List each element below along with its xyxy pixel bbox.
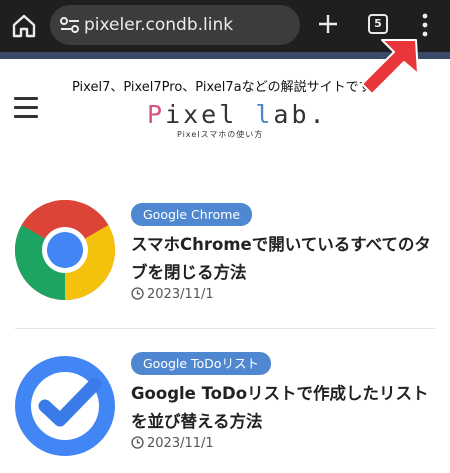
clock-icon [131, 287, 144, 300]
article-date: 2023/11/1 [131, 436, 214, 451]
site-logo[interactable]: Pixel lab. [147, 100, 328, 129]
tab-switcher-button[interactable]: 5 [368, 14, 388, 34]
article-title[interactable]: スマホChromeで開いているすべてのタブを閉じる方法 [131, 231, 436, 287]
article-divider [15, 328, 435, 329]
new-tab-icon[interactable] [316, 12, 340, 36]
article-date: 2023/11/1 [131, 287, 214, 302]
site-tagline: Pixel7、Pixel7Pro、Pixel7aなどの解説サイトです [72, 80, 372, 95]
hamburger-menu-icon[interactable] [14, 97, 38, 119]
home-icon[interactable] [10, 12, 38, 40]
clock-icon [131, 436, 144, 449]
address-bar[interactable]: pixeler.condb.link [50, 5, 300, 45]
category-badge[interactable]: Google Chrome [131, 203, 253, 226]
chrome-logo-icon [15, 200, 115, 300]
google-tasks-logo-icon [15, 356, 115, 456]
url-text[interactable]: pixeler.condb.link [84, 5, 233, 45]
article-title[interactable]: Google ToDoリストで作成したリストを並び替える方法 [131, 380, 436, 436]
logo-subtitle: Pixelスマホの使い方 [177, 130, 264, 139]
category-badge[interactable]: Google ToDoリスト [131, 352, 271, 375]
site-settings-icon[interactable] [59, 15, 81, 35]
pointer-arrow-icon [361, 39, 419, 95]
more-menu-icon[interactable] [418, 12, 432, 38]
